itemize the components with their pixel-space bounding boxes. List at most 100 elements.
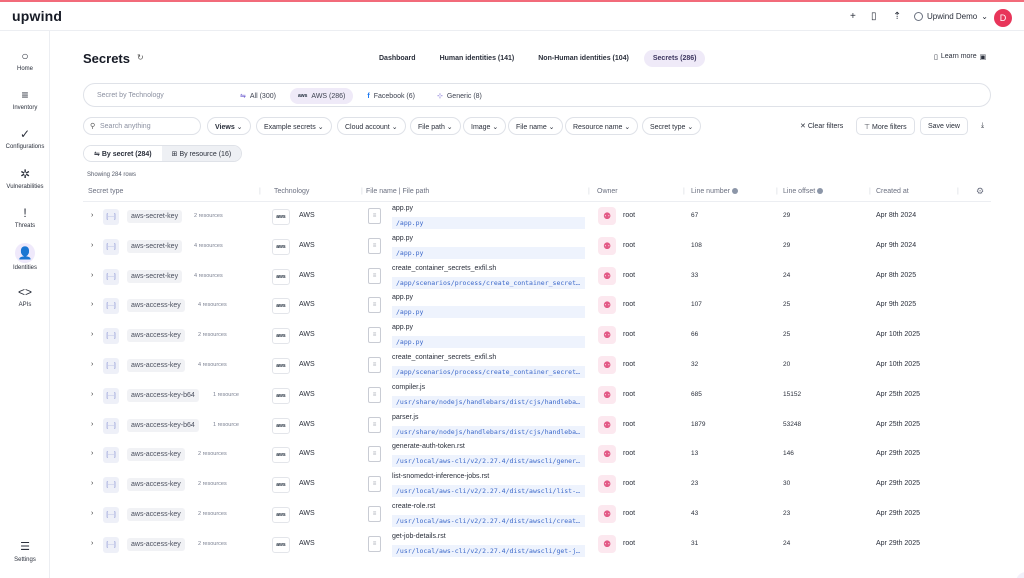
file-path[interactable]: /app.py <box>392 246 585 259</box>
tab-human-identities[interactable]: Human identities (141) <box>431 50 524 67</box>
file-path[interactable]: /app/scenarios/process/create_container_… <box>392 276 585 289</box>
secret-type[interactable]: aws-access-key <box>127 478 185 492</box>
expand-chevron-icon[interactable]: › <box>91 301 93 308</box>
scroll-down-button[interactable]: ⌄ <box>1016 572 1024 578</box>
chip-facebook[interactable]: f Facebook (6) <box>359 88 423 104</box>
secret-type[interactable]: aws-access-key-b64 <box>127 418 199 432</box>
expand-chevron-icon[interactable]: › <box>91 540 93 547</box>
file-path[interactable]: /usr/share/nodejs/handlebars/dist/cjs/ha… <box>392 395 585 408</box>
table-row[interactable]: › [···] aws-secret-key 4 resources aws AWS ≡ cr… <box>83 262 991 292</box>
resource-count[interactable]: 2 resources <box>198 451 227 457</box>
table-row[interactable]: › [···] aws-secret-key 4 resources aws AWS ≡ ap… <box>83 232 991 262</box>
chip-all[interactable]: ⇋ All (300) <box>232 88 284 104</box>
file-path[interactable]: /app/scenarios/process/create_container_… <box>392 365 585 378</box>
expand-chevron-icon[interactable]: › <box>91 510 93 517</box>
resource-count[interactable]: 4 resources <box>198 302 227 308</box>
secret-type[interactable]: aws-access-key <box>127 537 185 551</box>
column-line-number[interactable]: Line number <box>691 188 738 195</box>
sidebar-item-vulnerabilities[interactable]: ✲ Vulnerabilities <box>0 167 50 190</box>
table-row[interactable]: › [···] aws-access-key-b64 1 resource aws AWS… <box>83 411 991 441</box>
file-path[interactable]: /app.py <box>392 306 585 319</box>
resource-count[interactable]: 4 resources <box>198 362 227 368</box>
column-secret-type[interactable]: Secret type <box>88 188 123 195</box>
resource-count[interactable]: 1 resource <box>213 392 239 398</box>
tab-dashboard[interactable]: Dashboard <box>370 50 425 67</box>
views-dropdown[interactable]: Views ⌄ <box>207 117 251 135</box>
table-row[interactable]: › [···] aws-access-key 4 resources aws AWS ≡ cr… <box>83 351 991 381</box>
sidebar-item-home[interactable]: ○ Home <box>0 49 50 72</box>
tab-secrets[interactable]: Secrets (286) <box>643 50 706 67</box>
tab-non-human-identities[interactable]: Non-Human identities (104) <box>529 50 638 67</box>
resource-count[interactable]: 4 resources <box>194 273 223 279</box>
resource-count[interactable]: 2 resources <box>198 511 227 517</box>
sidebar-item-apis[interactable]: <> APIs <box>0 285 50 308</box>
sidebar-item-configurations[interactable]: ✓ Configurations <box>0 127 50 150</box>
expand-chevron-icon[interactable]: › <box>91 272 93 279</box>
column-owner[interactable]: Owner <box>597 188 618 195</box>
search-input[interactable]: ⚲ Search anything <box>83 117 201 135</box>
column-file[interactable]: File name | File path <box>366 188 429 195</box>
book-icon[interactable]: ▯ <box>871 11 877 22</box>
filter-example-secrets[interactable]: Example secrets ⌄ <box>256 117 332 135</box>
column-created-at[interactable]: Created at <box>876 188 909 195</box>
secret-type[interactable]: aws-access-key <box>127 299 185 313</box>
secret-type[interactable]: aws-access-key <box>127 507 185 521</box>
org-selector[interactable]: Upwind Demo ⌄ <box>914 12 988 21</box>
sidebar-item-settings[interactable]: ☰ Settings <box>0 540 50 563</box>
secret-type[interactable]: aws-secret-key <box>127 210 183 223</box>
file-path[interactable]: /usr/local/aws-cli/v2/2.27.4/dist/awscli… <box>392 514 585 527</box>
table-row[interactable]: › [···] aws-access-key 4 resources aws AWS ≡ ap… <box>83 291 991 321</box>
resource-count[interactable]: 1 resource <box>213 422 239 428</box>
table-row[interactable]: › [···] aws-access-key 2 resources aws AWS ≡ li… <box>83 470 991 500</box>
file-path[interactable]: /app.py <box>392 336 585 349</box>
resource-count[interactable]: 2 resources <box>198 481 227 487</box>
resource-count[interactable]: 2 resources <box>198 541 227 547</box>
resource-count[interactable]: 4 resources <box>194 243 223 249</box>
filter-resource-name[interactable]: Resource name ⌄ <box>565 117 639 135</box>
secret-type[interactable]: aws-secret-key <box>127 269 183 283</box>
secret-type[interactable]: aws-access-key <box>127 358 185 372</box>
download-icon[interactable]: ⤓ <box>974 117 991 135</box>
user-avatar[interactable]: D <box>994 9 1012 27</box>
expand-chevron-icon[interactable]: › <box>91 480 93 487</box>
expand-chevron-icon[interactable]: › <box>91 212 93 219</box>
filter-secret-type[interactable]: Secret type ⌄ <box>642 117 702 135</box>
save-view-button[interactable]: Save view <box>920 117 968 135</box>
filter-file-name[interactable]: File name ⌄ <box>508 117 563 135</box>
resource-count[interactable]: 2 resources <box>198 332 227 338</box>
column-settings-icon[interactable]: ⚙ <box>976 186 984 197</box>
by-secret-toggle[interactable]: ⇋ By secret (284) <box>84 146 162 161</box>
more-filters-button[interactable]: ⊤ More filters <box>856 117 915 135</box>
file-path[interactable]: /usr/local/aws-cli/v2/2.27.4/dist/awscli… <box>392 455 585 468</box>
expand-chevron-icon[interactable]: › <box>91 242 93 249</box>
plus-icon[interactable]: + <box>850 11 856 22</box>
file-path[interactable]: /app.py <box>392 217 585 229</box>
expand-chevron-icon[interactable]: › <box>91 450 93 457</box>
rocket-icon[interactable]: ⇡ <box>893 11 901 22</box>
resource-count[interactable]: 2 resources <box>194 213 223 219</box>
chip-aws[interactable]: aws AWS (286) <box>289 88 354 104</box>
sidebar-item-identities[interactable]: 👤 Identities <box>0 243 50 271</box>
expand-chevron-icon[interactable]: › <box>91 421 93 428</box>
expand-chevron-icon[interactable]: › <box>91 391 93 398</box>
expand-chevron-icon[interactable]: › <box>91 361 93 368</box>
secret-type[interactable]: aws-access-key-b64 <box>127 388 199 402</box>
secret-type[interactable]: aws-access-key <box>127 329 185 343</box>
upwind-logo[interactable]: upwind <box>12 8 62 24</box>
secret-type[interactable]: aws-access-key <box>127 448 185 462</box>
clear-filters-button[interactable]: ✕ Clear filters <box>793 117 850 135</box>
sidebar-item-inventory[interactable]: ≡ Inventory <box>0 88 50 111</box>
sidebar-item-threats[interactable]: ! Threats <box>0 206 50 229</box>
file-path[interactable]: /usr/local/aws-cli/v2/2.27.4/dist/awscli… <box>392 544 585 557</box>
filter-image[interactable]: Image ⌄ <box>463 117 507 135</box>
table-row[interactable]: › [···] aws-access-key 2 resources aws AWS ≡ ge… <box>83 530 991 560</box>
secret-type[interactable]: aws-secret-key <box>127 239 183 253</box>
column-line-offset[interactable]: Line offset <box>783 188 824 195</box>
table-row[interactable]: › [···] aws-access-key-b64 1 resource aws AWS… <box>83 381 991 411</box>
by-resource-toggle[interactable]: ⊞ By resource (16) <box>161 146 242 161</box>
table-row[interactable]: › [···] aws-access-key 2 resources aws AWS ≡ cr… <box>83 500 991 530</box>
file-path[interactable]: /usr/share/nodejs/handlebars/dist/cjs/ha… <box>392 425 585 438</box>
refresh-icon[interactable]: ↻ <box>137 53 144 62</box>
chip-generic[interactable]: ⊹ Generic (8) <box>429 88 490 104</box>
filter-file-path[interactable]: File path ⌄ <box>410 117 461 135</box>
